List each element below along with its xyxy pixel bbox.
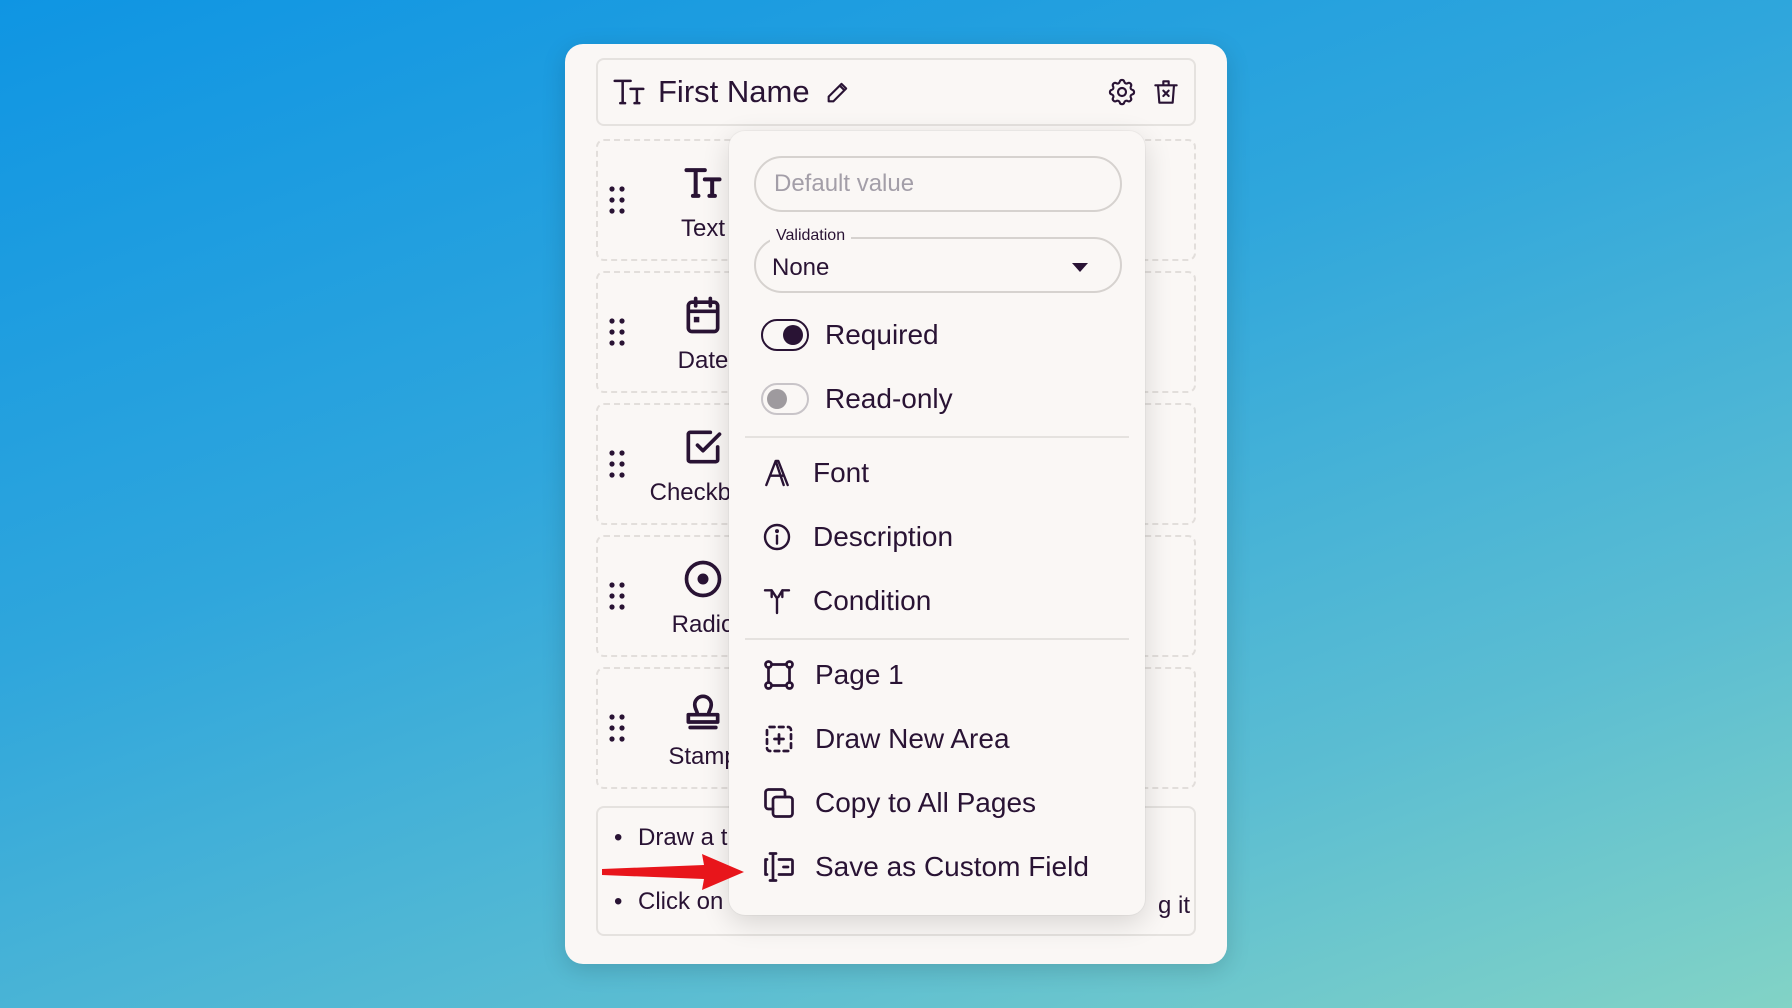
- readonly-toggle-row[interactable]: Read-only: [761, 379, 953, 419]
- validation-value: None: [772, 254, 830, 281]
- menu-item-page[interactable]: Page 1: [761, 655, 904, 695]
- split-arrow-icon: [763, 589, 791, 615]
- menu-item-copy-all[interactable]: Copy to All Pages: [761, 783, 1036, 823]
- drag-handle-icon[interactable]: [608, 449, 626, 479]
- drag-handle-icon[interactable]: [608, 581, 626, 611]
- copy-icon: [764, 788, 794, 818]
- frame-icon: [764, 660, 794, 690]
- stamp-icon: [686, 694, 720, 730]
- menu-item-description[interactable]: Description: [761, 517, 953, 557]
- validation-select[interactable]: Validation None: [754, 227, 1122, 293]
- default-value-input[interactable]: [754, 156, 1122, 212]
- text-cursor-box-icon: [764, 852, 794, 882]
- pencil-icon[interactable]: [824, 78, 852, 106]
- checkbox-icon: [686, 430, 722, 464]
- dashed-plus-box-icon: [765, 725, 793, 753]
- instruction-trailing-text: g it: [1158, 892, 1191, 919]
- text-size-icon: [684, 168, 722, 198]
- menu-item-draw-area[interactable]: Draw New Area: [761, 719, 1010, 759]
- menu-item-save-custom[interactable]: Save as Custom Field: [761, 847, 1089, 887]
- drag-handle-icon[interactable]: [608, 317, 626, 347]
- red-arrow-annotation: [602, 854, 744, 890]
- calendar-icon: [686, 296, 720, 334]
- menu-divider: [745, 638, 1129, 640]
- info-icon: [763, 523, 791, 551]
- menu-item-font[interactable]: Font: [761, 453, 869, 493]
- gear-icon[interactable]: [1106, 76, 1138, 108]
- menu-item-condition[interactable]: Condition: [761, 581, 931, 621]
- caret-down-icon: [1072, 263, 1088, 272]
- trash-icon[interactable]: [1150, 76, 1182, 108]
- font-icon: [765, 459, 789, 487]
- required-toggle[interactable]: [761, 319, 809, 351]
- required-label: Required: [825, 319, 939, 350]
- readonly-toggle[interactable]: [761, 383, 809, 415]
- required-toggle-row[interactable]: Required: [761, 315, 939, 355]
- readonly-label: Read-only: [825, 383, 953, 414]
- field-title: First Name: [658, 74, 810, 109]
- drag-handle-icon[interactable]: [608, 713, 626, 743]
- menu-divider: [745, 436, 1129, 438]
- field-options-menu: Validation None Required Read-only Font …: [729, 131, 1145, 915]
- text-size-icon: [613, 79, 645, 105]
- radio-icon: [684, 560, 722, 598]
- field-header: First Name: [596, 58, 1196, 126]
- validation-label: Validation: [770, 227, 852, 245]
- drag-handle-icon[interactable]: [608, 185, 626, 215]
